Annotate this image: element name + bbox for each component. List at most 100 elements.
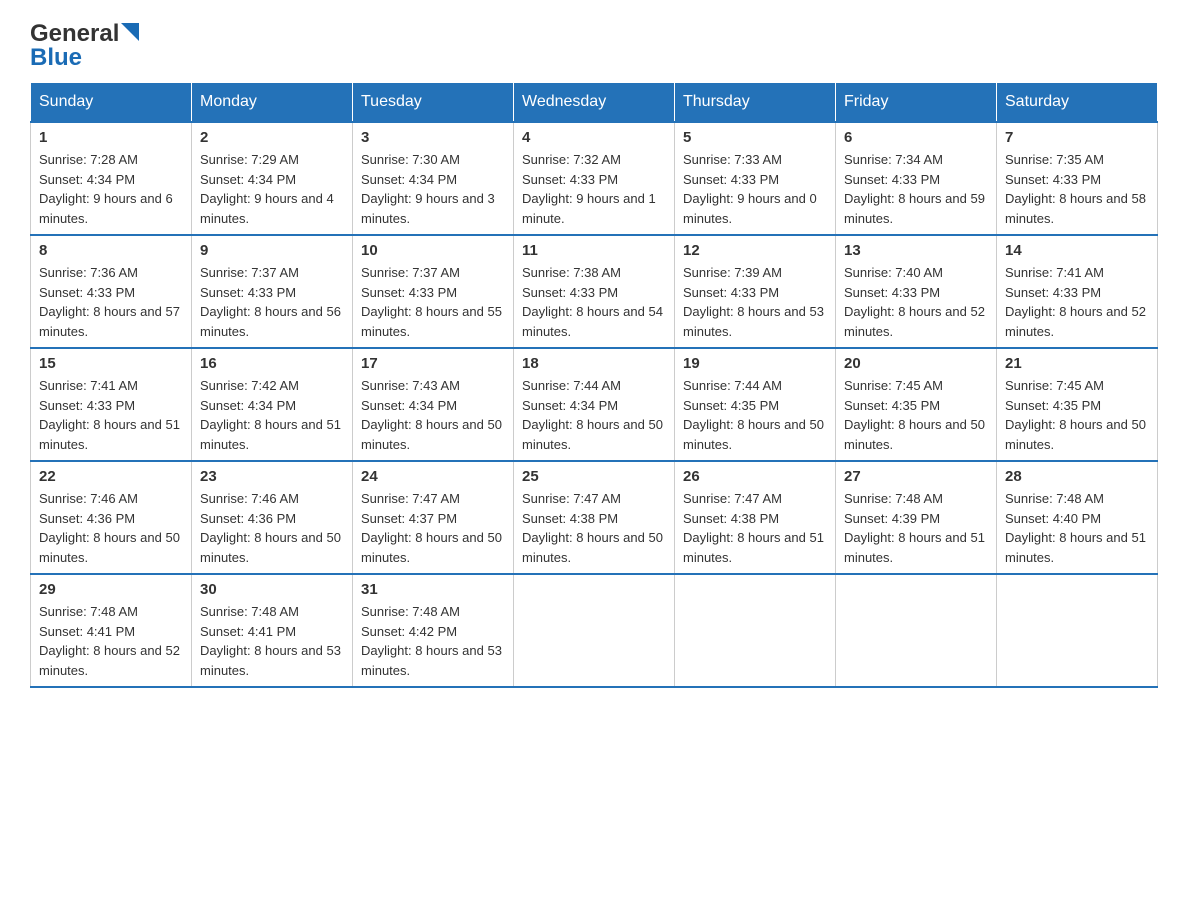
day-number: 26 [683, 468, 827, 485]
day-number: 11 [522, 242, 666, 259]
day-number: 23 [200, 468, 344, 485]
calendar-cell: 19 Sunrise: 7:44 AMSunset: 4:35 PMDaylig… [675, 348, 836, 461]
day-info: Sunrise: 7:28 AMSunset: 4:34 PMDaylight:… [39, 150, 183, 228]
calendar-cell: 10 Sunrise: 7:37 AMSunset: 4:33 PMDaylig… [353, 235, 514, 348]
day-number: 15 [39, 355, 183, 372]
logo-arrow-icon [121, 23, 139, 41]
day-number: 1 [39, 129, 183, 146]
day-number: 30 [200, 581, 344, 598]
day-number: 19 [683, 355, 827, 372]
calendar-header-monday: Monday [192, 83, 353, 123]
calendar-cell: 30 Sunrise: 7:48 AMSunset: 4:41 PMDaylig… [192, 574, 353, 687]
calendar-cell: 5 Sunrise: 7:33 AMSunset: 4:33 PMDayligh… [675, 122, 836, 235]
calendar-header-tuesday: Tuesday [353, 83, 514, 123]
calendar-cell: 11 Sunrise: 7:38 AMSunset: 4:33 PMDaylig… [514, 235, 675, 348]
calendar-cell: 14 Sunrise: 7:41 AMSunset: 4:33 PMDaylig… [997, 235, 1158, 348]
day-info: Sunrise: 7:34 AMSunset: 4:33 PMDaylight:… [844, 150, 988, 228]
calendar-cell: 9 Sunrise: 7:37 AMSunset: 4:33 PMDayligh… [192, 235, 353, 348]
day-number: 16 [200, 355, 344, 372]
day-number: 31 [361, 581, 505, 598]
day-number: 8 [39, 242, 183, 259]
day-number: 3 [361, 129, 505, 146]
calendar-week-row: 8 Sunrise: 7:36 AMSunset: 4:33 PMDayligh… [31, 235, 1158, 348]
day-info: Sunrise: 7:41 AMSunset: 4:33 PMDaylight:… [1005, 263, 1149, 341]
calendar-week-row: 15 Sunrise: 7:41 AMSunset: 4:33 PMDaylig… [31, 348, 1158, 461]
day-number: 18 [522, 355, 666, 372]
calendar-cell: 28 Sunrise: 7:48 AMSunset: 4:40 PMDaylig… [997, 461, 1158, 574]
calendar-cell: 13 Sunrise: 7:40 AMSunset: 4:33 PMDaylig… [836, 235, 997, 348]
day-number: 12 [683, 242, 827, 259]
day-number: 9 [200, 242, 344, 259]
calendar-cell: 25 Sunrise: 7:47 AMSunset: 4:38 PMDaylig… [514, 461, 675, 574]
day-info: Sunrise: 7:44 AMSunset: 4:35 PMDaylight:… [683, 376, 827, 454]
logo: General Blue [30, 20, 139, 72]
day-number: 7 [1005, 129, 1149, 146]
day-info: Sunrise: 7:37 AMSunset: 4:33 PMDaylight:… [200, 263, 344, 341]
calendar-cell: 24 Sunrise: 7:47 AMSunset: 4:37 PMDaylig… [353, 461, 514, 574]
day-info: Sunrise: 7:47 AMSunset: 4:38 PMDaylight:… [683, 489, 827, 567]
calendar-week-row: 22 Sunrise: 7:46 AMSunset: 4:36 PMDaylig… [31, 461, 1158, 574]
calendar-cell: 12 Sunrise: 7:39 AMSunset: 4:33 PMDaylig… [675, 235, 836, 348]
day-info: Sunrise: 7:48 AMSunset: 4:40 PMDaylight:… [1005, 489, 1149, 567]
calendar-header-sunday: Sunday [31, 83, 192, 123]
day-number: 5 [683, 129, 827, 146]
day-info: Sunrise: 7:35 AMSunset: 4:33 PMDaylight:… [1005, 150, 1149, 228]
calendar-cell: 8 Sunrise: 7:36 AMSunset: 4:33 PMDayligh… [31, 235, 192, 348]
calendar-cell: 6 Sunrise: 7:34 AMSunset: 4:33 PMDayligh… [836, 122, 997, 235]
calendar-cell: 26 Sunrise: 7:47 AMSunset: 4:38 PMDaylig… [675, 461, 836, 574]
day-number: 28 [1005, 468, 1149, 485]
day-number: 24 [361, 468, 505, 485]
day-info: Sunrise: 7:36 AMSunset: 4:33 PMDaylight:… [39, 263, 183, 341]
calendar-header-row: SundayMondayTuesdayWednesdayThursdayFrid… [31, 83, 1158, 123]
calendar-cell [997, 574, 1158, 687]
calendar-cell [675, 574, 836, 687]
day-number: 25 [522, 468, 666, 485]
day-info: Sunrise: 7:39 AMSunset: 4:33 PMDaylight:… [683, 263, 827, 341]
day-info: Sunrise: 7:41 AMSunset: 4:33 PMDaylight:… [39, 376, 183, 454]
day-info: Sunrise: 7:45 AMSunset: 4:35 PMDaylight:… [1005, 376, 1149, 454]
day-info: Sunrise: 7:47 AMSunset: 4:37 PMDaylight:… [361, 489, 505, 567]
logo-blue-text: Blue [30, 44, 82, 72]
day-number: 13 [844, 242, 988, 259]
day-number: 4 [522, 129, 666, 146]
day-info: Sunrise: 7:38 AMSunset: 4:33 PMDaylight:… [522, 263, 666, 341]
calendar-cell [514, 574, 675, 687]
calendar-table: SundayMondayTuesdayWednesdayThursdayFrid… [30, 82, 1158, 688]
calendar-cell: 22 Sunrise: 7:46 AMSunset: 4:36 PMDaylig… [31, 461, 192, 574]
day-number: 22 [39, 468, 183, 485]
day-info: Sunrise: 7:46 AMSunset: 4:36 PMDaylight:… [200, 489, 344, 567]
calendar-cell: 15 Sunrise: 7:41 AMSunset: 4:33 PMDaylig… [31, 348, 192, 461]
day-number: 21 [1005, 355, 1149, 372]
day-info: Sunrise: 7:48 AMSunset: 4:41 PMDaylight:… [39, 602, 183, 680]
day-info: Sunrise: 7:45 AMSunset: 4:35 PMDaylight:… [844, 376, 988, 454]
calendar-header-saturday: Saturday [997, 83, 1158, 123]
calendar-cell: 17 Sunrise: 7:43 AMSunset: 4:34 PMDaylig… [353, 348, 514, 461]
day-info: Sunrise: 7:48 AMSunset: 4:41 PMDaylight:… [200, 602, 344, 680]
day-info: Sunrise: 7:30 AMSunset: 4:34 PMDaylight:… [361, 150, 505, 228]
calendar-cell: 20 Sunrise: 7:45 AMSunset: 4:35 PMDaylig… [836, 348, 997, 461]
calendar-cell: 1 Sunrise: 7:28 AMSunset: 4:34 PMDayligh… [31, 122, 192, 235]
day-info: Sunrise: 7:44 AMSunset: 4:34 PMDaylight:… [522, 376, 666, 454]
calendar-cell: 18 Sunrise: 7:44 AMSunset: 4:34 PMDaylig… [514, 348, 675, 461]
calendar-cell: 7 Sunrise: 7:35 AMSunset: 4:33 PMDayligh… [997, 122, 1158, 235]
day-info: Sunrise: 7:46 AMSunset: 4:36 PMDaylight:… [39, 489, 183, 567]
page-header: General Blue [30, 20, 1158, 72]
calendar-cell: 2 Sunrise: 7:29 AMSunset: 4:34 PMDayligh… [192, 122, 353, 235]
calendar-header-wednesday: Wednesday [514, 83, 675, 123]
day-info: Sunrise: 7:29 AMSunset: 4:34 PMDaylight:… [200, 150, 344, 228]
calendar-cell: 27 Sunrise: 7:48 AMSunset: 4:39 PMDaylig… [836, 461, 997, 574]
calendar-cell: 16 Sunrise: 7:42 AMSunset: 4:34 PMDaylig… [192, 348, 353, 461]
day-info: Sunrise: 7:32 AMSunset: 4:33 PMDaylight:… [522, 150, 666, 228]
day-info: Sunrise: 7:47 AMSunset: 4:38 PMDaylight:… [522, 489, 666, 567]
calendar-cell: 21 Sunrise: 7:45 AMSunset: 4:35 PMDaylig… [997, 348, 1158, 461]
day-number: 10 [361, 242, 505, 259]
calendar-cell: 29 Sunrise: 7:48 AMSunset: 4:41 PMDaylig… [31, 574, 192, 687]
calendar-cell: 4 Sunrise: 7:32 AMSunset: 4:33 PMDayligh… [514, 122, 675, 235]
calendar-cell: 23 Sunrise: 7:46 AMSunset: 4:36 PMDaylig… [192, 461, 353, 574]
day-info: Sunrise: 7:48 AMSunset: 4:42 PMDaylight:… [361, 602, 505, 680]
calendar-cell: 3 Sunrise: 7:30 AMSunset: 4:34 PMDayligh… [353, 122, 514, 235]
day-info: Sunrise: 7:42 AMSunset: 4:34 PMDaylight:… [200, 376, 344, 454]
day-number: 2 [200, 129, 344, 146]
day-number: 17 [361, 355, 505, 372]
day-info: Sunrise: 7:48 AMSunset: 4:39 PMDaylight:… [844, 489, 988, 567]
